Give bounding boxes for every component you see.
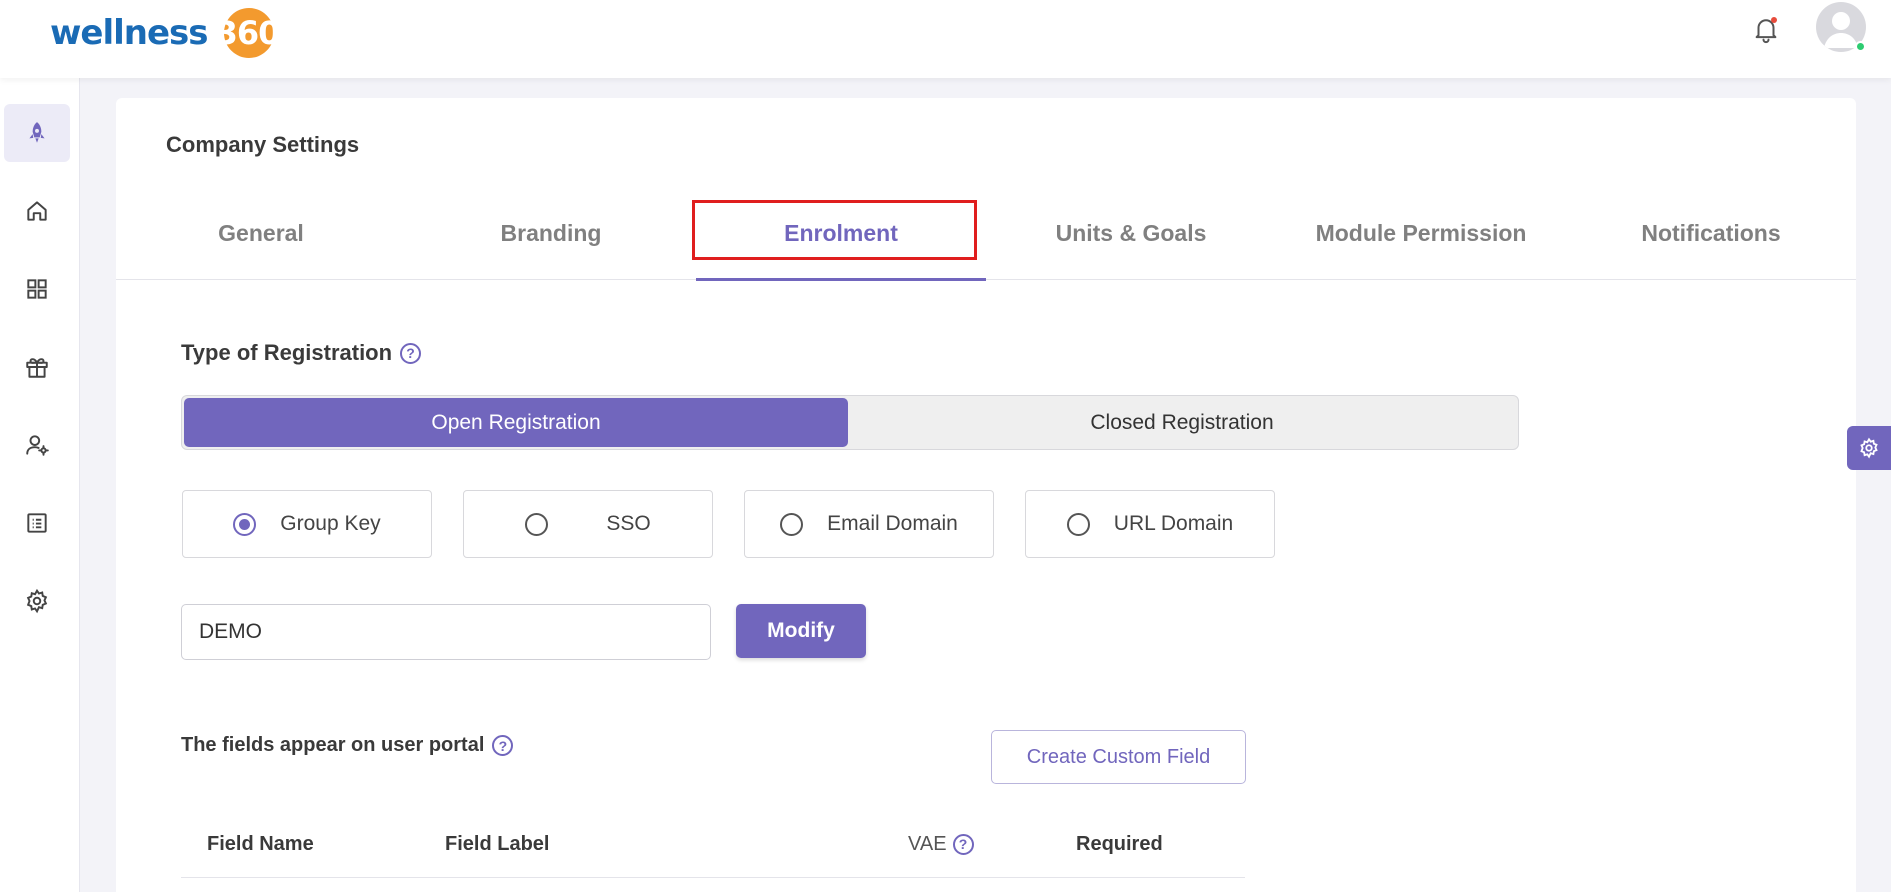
open-registration-button[interactable]: Open Registration [184,398,848,447]
registration-type-toggle: Open Registration Closed Registration [181,395,1519,450]
gift-icon [26,358,48,378]
fields-heading: The fields appear on user portal ? [181,734,514,757]
method-email-domain[interactable]: Email Domain [744,490,994,558]
method-label: Group Key [280,512,381,535]
column-vae: VAE ? [908,810,974,878]
radio-button[interactable] [525,512,549,536]
tab-branding[interactable]: Branding [406,186,696,280]
registration-title: Type of Registration [181,340,393,365]
sidebar-item-home[interactable] [4,182,70,240]
column-field-label: Field Label [445,832,550,855]
method-url-domain[interactable]: URL Domain [1025,490,1275,558]
create-custom-field-button[interactable]: Create Custom Field [991,730,1246,784]
tab-enrolment[interactable]: Enrolment [696,186,986,281]
help-icon[interactable]: ? [952,833,974,855]
tab-general[interactable]: General [116,186,406,280]
logo-badge: 360 [206,8,290,58]
sidebar-item-rewards[interactable] [4,338,70,396]
method-label: Email Domain [827,512,958,535]
help-icon[interactable]: ? [400,342,422,364]
group-key-input[interactable] [181,604,711,660]
settings-card: Company Settings General Branding Enrolm… [116,98,1856,892]
page-title: Company Settings [166,132,360,157]
user-settings-icon [26,435,49,456]
tab-module-permission[interactable]: Module Permission [1276,186,1566,280]
grid-icon [27,279,47,299]
method-sso[interactable]: SSO [463,490,713,558]
radio-button[interactable] [1066,512,1090,536]
sidebar-item-user-management[interactable] [4,416,70,474]
fields-title: The fields appear on user portal [181,734,485,756]
registration-heading: Type of Registration ? [181,340,422,366]
logo-number: 360 [215,14,281,52]
gear-icon [26,588,48,614]
column-field-name: Field Name [207,832,314,855]
column-vae-label: VAE [908,832,947,855]
sidebar [0,78,80,892]
list-icon [27,513,47,533]
radio-button[interactable] [233,512,257,536]
sidebar-item-settings[interactable] [4,572,70,630]
column-required: Required [1076,832,1163,855]
radio-button[interactable] [780,512,804,536]
online-status-dot [1855,41,1866,52]
home-icon [27,201,47,221]
tab-units-goals[interactable]: Units & Goals [986,186,1276,280]
rocket-icon [29,122,45,143]
top-bar: wellness 360 [0,0,1891,78]
notification-dot [1771,17,1777,23]
method-label: URL Domain [1113,512,1234,535]
method-label: SSO [606,512,651,535]
tab-notifications[interactable]: Notifications [1566,186,1856,280]
method-group-key[interactable]: Group Key [182,490,432,558]
gear-icon [1860,437,1878,459]
floating-settings-button[interactable] [1847,426,1891,470]
sidebar-item-reports[interactable] [4,494,70,552]
sidebar-item-launch[interactable] [4,104,70,162]
closed-registration-button[interactable]: Closed Registration [848,398,1516,447]
fields-table-header: Field Name Field Label VAE ? Required [181,810,1245,878]
wellness360-logo[interactable]: wellness 360 [50,8,290,58]
logo-wordmark: wellness [50,13,209,53]
settings-tabs: General Branding Enrolment Units & Goals… [116,186,1856,281]
help-icon[interactable]: ? [492,735,514,756]
modify-button[interactable]: Modify [736,604,866,658]
sidebar-item-dashboard[interactable] [4,260,70,318]
bell-icon[interactable] [1751,14,1781,44]
